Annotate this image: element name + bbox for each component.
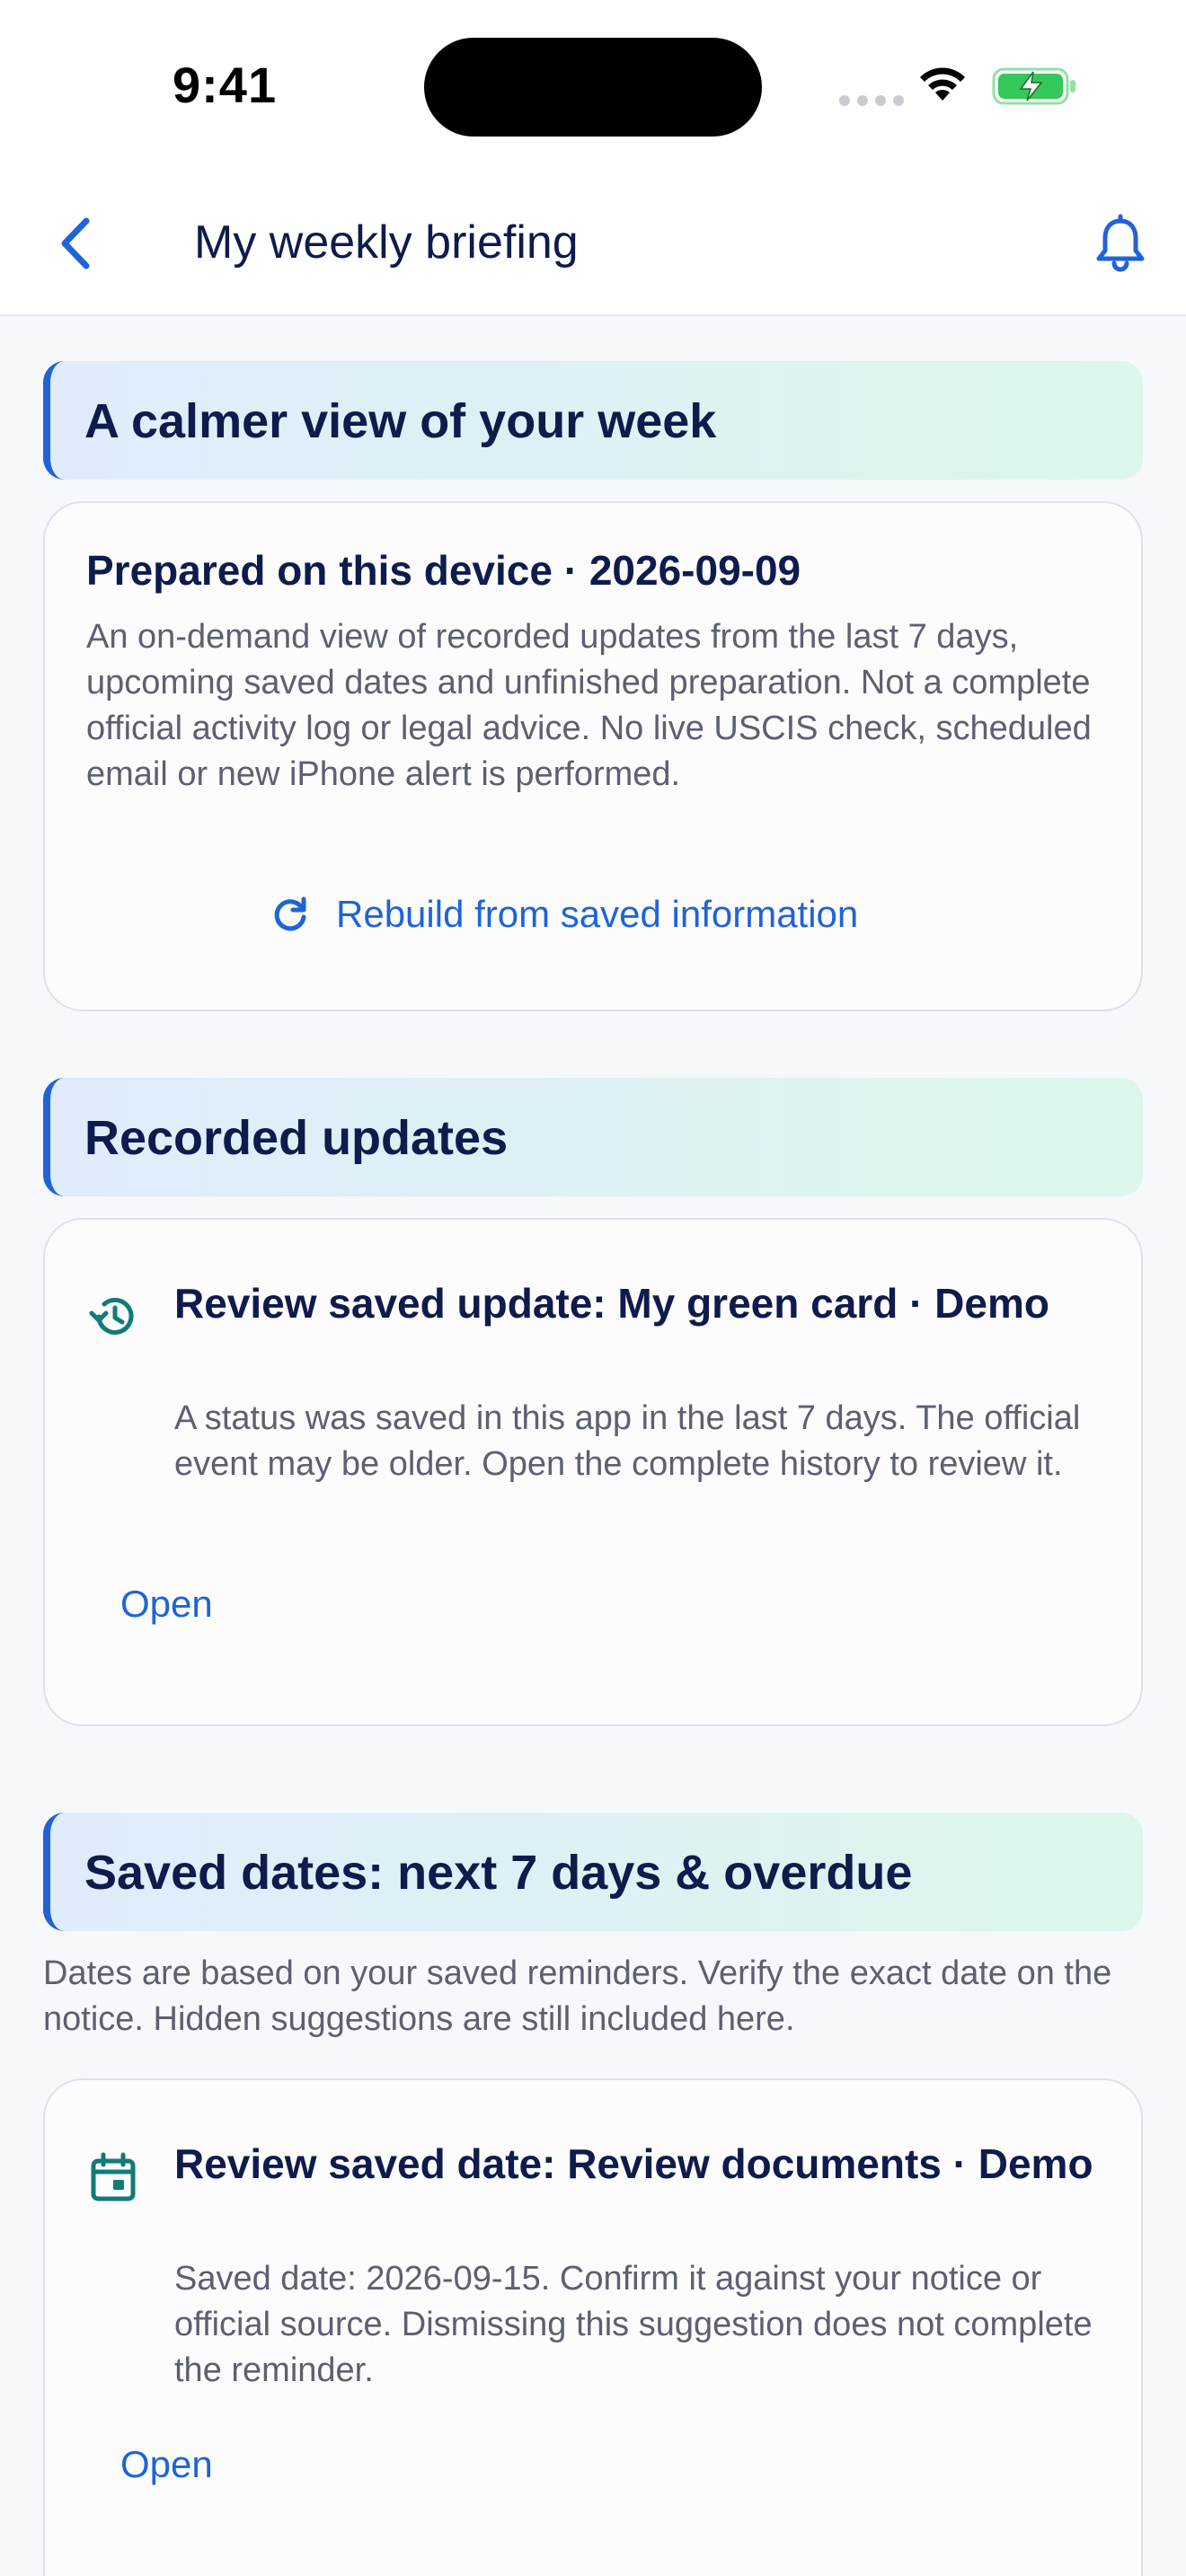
cellular-signal-icon xyxy=(839,95,904,106)
card-title: Prepared on this device · 2026-09-09 xyxy=(86,547,801,594)
notifications-button[interactable] xyxy=(1089,212,1152,275)
section-header-calmer-view: A calmer view of your week xyxy=(43,361,1143,480)
history-icon xyxy=(89,1297,134,1335)
wifi-icon xyxy=(920,67,965,101)
rebuild-button[interactable]: Rebuild from saved information xyxy=(270,893,858,936)
dynamic-island xyxy=(424,38,762,137)
status-time: 9:41 xyxy=(173,57,278,113)
open-date-link[interactable]: Open xyxy=(120,2443,213,2486)
card-description: An on-demand view of recorded updates fr… xyxy=(86,618,1092,793)
recorded-update-card[interactable]: Review saved update: My green card · Dem… xyxy=(43,1218,1143,1726)
back-button[interactable] xyxy=(50,212,104,275)
briefing-summary-card: Prepared on this device · 2026-09-09 An … xyxy=(43,501,1143,1011)
open-update-link[interactable]: Open xyxy=(120,1583,213,1626)
section-title: A calmer view of your week xyxy=(84,394,717,448)
date-description: Saved date: 2026-09-15. Confirm it again… xyxy=(174,2260,1093,2389)
saved-dates-note: Dates are based on your saved reminders.… xyxy=(43,1954,1112,2038)
date-title: Review saved date: Review documents · De… xyxy=(174,2140,1093,2187)
bell-icon xyxy=(1096,214,1145,272)
section-header-saved-dates: Saved dates: next 7 days & overdue xyxy=(43,1813,1143,1931)
chevron-left-icon xyxy=(61,217,90,269)
update-title: Review saved update: My green card · Dem… xyxy=(174,1280,1049,1327)
rebuild-label: Rebuild from saved information xyxy=(336,893,859,935)
calendar-icon xyxy=(91,2152,136,2201)
status-bar: 9:41 xyxy=(0,0,1186,171)
refresh-icon xyxy=(274,896,306,931)
page-title: My weekly briefing xyxy=(194,216,579,269)
section-header-recorded-updates: Recorded updates xyxy=(43,1078,1143,1196)
section-title: Saved dates: next 7 days & overdue xyxy=(84,1846,913,1900)
battery-charging-icon xyxy=(992,67,1075,105)
saved-date-card[interactable]: Review saved date: Review documents · De… xyxy=(43,2078,1143,2576)
update-description: A status was saved in this app in the la… xyxy=(174,1399,1081,1483)
navigation-bar: My weekly briefing xyxy=(0,171,1186,316)
section-title: Recorded updates xyxy=(84,1111,509,1165)
